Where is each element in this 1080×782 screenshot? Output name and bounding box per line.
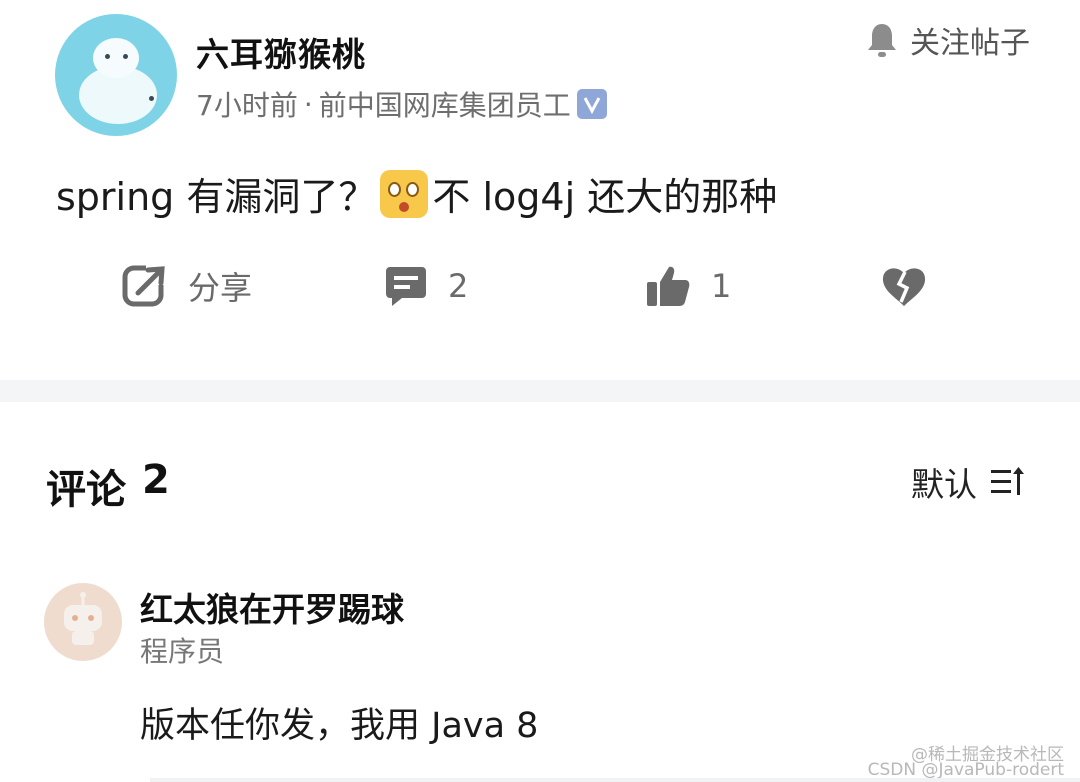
comments-count: 2 bbox=[142, 457, 170, 503]
watermark-csdn: CSDN @JavaPub-rodert bbox=[867, 760, 1064, 780]
post-actions-bar: 分享 2 1 bbox=[0, 258, 1080, 314]
dislike-button[interactable] bbox=[880, 258, 948, 314]
post-meta: 7小时前 · 前中国网库集团员工 bbox=[196, 84, 607, 124]
post-text-part2: 不 log4j 还大的那种 bbox=[432, 175, 778, 219]
thumbs-up-icon bbox=[647, 266, 690, 306]
post-content: spring 有漏洞了？ 不 log4j 还大的那种 bbox=[56, 166, 777, 221]
sort-button[interactable]: 默认 bbox=[911, 458, 1025, 506]
avatar-eye bbox=[105, 54, 110, 59]
like-count: 1 bbox=[711, 267, 732, 305]
post-text-part1: spring 有漏洞了？ bbox=[56, 175, 377, 219]
commenter-name[interactable]: 红太狼在开罗踢球 bbox=[140, 583, 404, 631]
broken-heart-icon bbox=[882, 268, 926, 306]
post-card: 六耳猕猴桃 7小时前 · 前中国网库集团员工 关注帖子 spring 有漏洞了？… bbox=[0, 0, 1080, 380]
share-button[interactable]: 分享 bbox=[122, 258, 252, 314]
comment-count: 2 bbox=[448, 267, 469, 305]
meta-separator: · bbox=[303, 87, 313, 121]
avatar-eye bbox=[123, 54, 128, 59]
bottom-divider bbox=[150, 778, 1080, 782]
share-icon bbox=[122, 265, 166, 307]
comment-icon bbox=[386, 267, 426, 306]
section-divider bbox=[0, 380, 1080, 402]
avatar-eye bbox=[149, 96, 154, 101]
comments-title: 评论 2 bbox=[46, 457, 170, 515]
share-label: 分享 bbox=[188, 269, 253, 307]
like-button[interactable]: 1 bbox=[645, 258, 731, 314]
sort-label: 默认 bbox=[911, 465, 977, 504]
bell-icon bbox=[868, 24, 896, 57]
comment-button[interactable]: 2 bbox=[384, 258, 468, 314]
robot-avatar-icon bbox=[64, 592, 102, 645]
post-author-name[interactable]: 六耳猕猴桃 bbox=[196, 28, 366, 76]
comments-label: 评论 bbox=[46, 467, 126, 513]
commenter-avatar[interactable] bbox=[44, 583, 122, 661]
avatar-seal-head bbox=[93, 38, 139, 78]
author-avatar[interactable] bbox=[55, 14, 177, 136]
commenter-role: 程序员 bbox=[140, 635, 225, 668]
follow-label: 关注帖子 bbox=[910, 26, 1030, 61]
comment-text: 版本任你发，我用 Java 8 bbox=[140, 706, 539, 746]
follow-post-button[interactable]: 关注帖子 bbox=[866, 18, 1030, 62]
scared-face-emoji-icon bbox=[380, 169, 429, 218]
sort-order-icon bbox=[991, 467, 1024, 495]
author-affiliation: 前中国网库集团员工 bbox=[318, 89, 571, 122]
comments-header: 评论 2 默认 bbox=[0, 402, 1080, 562]
post-time: 7小时前 bbox=[196, 89, 298, 122]
verified-badge-icon bbox=[576, 89, 607, 119]
